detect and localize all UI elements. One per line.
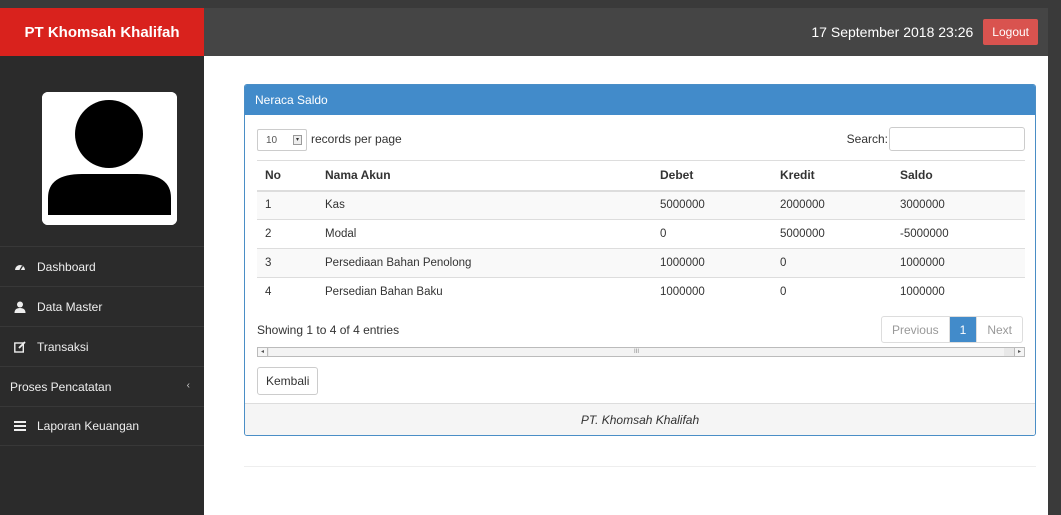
cell-nama-akun: Modal bbox=[317, 219, 652, 249]
pagination-previous[interactable]: Previous bbox=[882, 317, 949, 342]
cell-saldo: -5000000 bbox=[892, 219, 1025, 249]
neraca-saldo-panel: Neraca Saldo 10 ▾ records per page Searc… bbox=[244, 84, 1036, 436]
sidebar-item-laporan-keuangan[interactable]: Laporan Keuangan bbox=[0, 406, 204, 446]
column-header-nama-akun[interactable]: Nama Akun bbox=[317, 160, 652, 192]
back-button[interactable]: Kembali bbox=[257, 367, 319, 395]
cell-saldo: 1000000 bbox=[892, 277, 1025, 307]
list-icon bbox=[14, 420, 26, 432]
cell-no: 1 bbox=[257, 190, 317, 220]
table-row: 3 Persediaan Bahan Penolong 1000000 0 10… bbox=[257, 248, 1025, 278]
cell-kredit: 0 bbox=[772, 248, 892, 278]
sidebar-item-label: Laporan Keuangan bbox=[37, 419, 140, 433]
column-header-kredit[interactable]: Kredit bbox=[772, 160, 892, 192]
panel-footer: PT. Khomsah Khalifah bbox=[245, 403, 1035, 435]
cell-nama-akun: Persediaan Bahan Penolong bbox=[317, 248, 652, 278]
column-header-debet[interactable]: Debet bbox=[652, 160, 772, 192]
sidebar-item-label: Transaksi bbox=[37, 339, 89, 354]
table-row: 1 Kas 5000000 2000000 3000000 bbox=[257, 190, 1025, 220]
top-bar-right: 17 September 2018 23:26 Logout bbox=[811, 8, 1038, 56]
search-input[interactable] bbox=[889, 127, 1025, 151]
panel-body: 10 ▾ records per page Search: No Nama Ak… bbox=[245, 115, 1035, 405]
user-icon bbox=[14, 301, 26, 313]
panel-title: Neraca Saldo bbox=[245, 85, 1035, 115]
horizontal-scrollbar[interactable]: ◂ III ▸ bbox=[257, 347, 1025, 357]
cell-debet: 1000000 bbox=[652, 277, 772, 307]
records-per-page-select[interactable]: 10 ▾ bbox=[257, 129, 307, 151]
pagination-next[interactable]: Next bbox=[976, 317, 1022, 342]
table-row: 4 Persedian Bahan Baku 1000000 0 1000000 bbox=[257, 277, 1025, 307]
cell-saldo: 3000000 bbox=[892, 190, 1025, 220]
table-row: 2 Modal 0 5000000 -5000000 bbox=[257, 219, 1025, 249]
column-header-no[interactable]: No bbox=[257, 160, 317, 192]
cell-saldo: 1000000 bbox=[892, 248, 1025, 278]
table-header-row: No Nama Akun Debet Kredit Saldo bbox=[257, 160, 1025, 192]
sidebar-item-label: Dashboard bbox=[37, 259, 96, 274]
cell-no: 2 bbox=[257, 219, 317, 249]
scroll-right-icon[interactable]: ▸ bbox=[1014, 348, 1024, 356]
cell-debet: 1000000 bbox=[652, 248, 772, 278]
sidebar-item-label: Proses Pencatatan bbox=[10, 379, 112, 394]
cell-no: 3 bbox=[257, 248, 317, 278]
divider bbox=[244, 466, 1036, 467]
brand-title[interactable]: PT Khomsah Khalifah bbox=[0, 8, 204, 56]
cell-nama-akun: Kas bbox=[317, 190, 652, 220]
cell-kredit: 0 bbox=[772, 277, 892, 307]
chevron-down-icon: ▾ bbox=[293, 135, 302, 145]
logout-button[interactable]: Logout bbox=[983, 19, 1038, 45]
sidebar-item-transaksi[interactable]: Transaksi bbox=[0, 326, 204, 366]
neraca-saldo-table: No Nama Akun Debet Kredit Saldo 1 Kas 50… bbox=[257, 160, 1025, 307]
table-info: Showing 1 to 4 of 4 entries bbox=[257, 323, 400, 337]
sidebar-item-dashboard[interactable]: Dashboard bbox=[0, 246, 204, 286]
scroll-left-icon[interactable]: ◂ bbox=[258, 348, 268, 356]
search-label: Search: bbox=[846, 132, 888, 146]
cell-kredit: 5000000 bbox=[772, 219, 892, 249]
sidebar-item-label: Data Master bbox=[37, 299, 103, 314]
main-content: Neraca Saldo 10 ▾ records per page Searc… bbox=[204, 56, 1048, 515]
records-per-page-value: 10 bbox=[266, 134, 278, 146]
sidebar-menu: Dashboard Data Master Transaksi Proses P… bbox=[0, 246, 204, 446]
edit-icon bbox=[14, 340, 26, 353]
scrollbar-thumb[interactable]: III bbox=[269, 348, 1004, 356]
pagination: Previous 1 Next bbox=[880, 316, 1023, 343]
avatar bbox=[42, 92, 177, 225]
top-bar: PT Khomsah Khalifah 17 September 2018 23… bbox=[0, 8, 1048, 56]
user-silhouette-icon bbox=[42, 92, 177, 225]
column-header-saldo[interactable]: Saldo bbox=[892, 160, 1025, 192]
table-controls: 10 ▾ records per page Search: bbox=[257, 127, 1025, 151]
chevron-left-icon: ‹ bbox=[186, 380, 190, 391]
records-per-page-label: records per page bbox=[311, 132, 402, 146]
dashboard-icon bbox=[14, 261, 26, 273]
cell-no: 4 bbox=[257, 277, 317, 307]
pagination-page[interactable]: 1 bbox=[948, 317, 977, 342]
current-datetime: 17 September 2018 23:26 bbox=[811, 24, 974, 40]
cell-nama-akun: Persedian Bahan Baku bbox=[317, 277, 652, 307]
cell-debet: 5000000 bbox=[652, 190, 772, 220]
sidebar: Dashboard Data Master Transaksi Proses P… bbox=[0, 56, 204, 515]
sidebar-item-proses-pencatatan[interactable]: Proses Pencatatan ‹ bbox=[0, 366, 204, 406]
cell-debet: 0 bbox=[652, 219, 772, 249]
cell-kredit: 2000000 bbox=[772, 190, 892, 220]
sidebar-item-data-master[interactable]: Data Master bbox=[0, 286, 204, 326]
